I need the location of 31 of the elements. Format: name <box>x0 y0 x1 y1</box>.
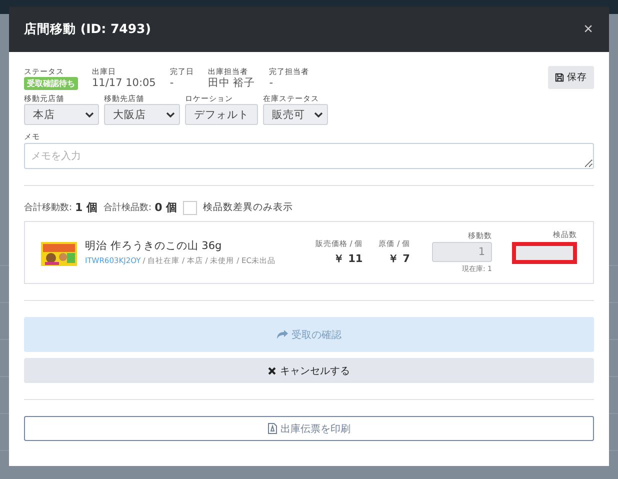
price-value: ￥ 11 <box>333 252 363 266</box>
dropdown-select[interactable]: 大阪店 <box>104 104 180 125</box>
modal-title: 店間移動 (ID: 7493) <box>24 21 151 38</box>
cancel-button[interactable]: キャンセルする <box>24 358 594 383</box>
total-value: 1 個 <box>75 200 98 215</box>
total-label: 合計移動数: <box>24 202 72 214</box>
product-name: 明治 作ろうきのこの山 36g <box>85 239 223 253</box>
checkbox-label: 検品数差異のみ表示 <box>203 201 294 214</box>
total-label: 合計検品数: <box>104 202 152 214</box>
chevron-down-icon <box>314 112 323 118</box>
memo-field[interactable]: メモを入力 <box>24 143 594 169</box>
pdf-file-icon <box>268 423 276 434</box>
total-value: 0 個 <box>154 200 178 215</box>
inspection-field[interactable] <box>512 242 577 264</box>
save-button[interactable]: 保存 <box>548 66 594 89</box>
field-value: 田中 裕子 <box>208 77 256 90</box>
close-button[interactable]: × <box>584 20 593 38</box>
chevron-down-icon <box>85 112 94 118</box>
dropdown-select[interactable]: デフォルト <box>185 104 258 125</box>
share-arrow-icon <box>276 330 288 339</box>
print-button[interactable]: 出庫伝票を印刷 <box>24 416 594 441</box>
dropdown-select[interactable]: 本店 <box>24 104 99 125</box>
field-value: 11/17 10:05 <box>92 77 156 90</box>
dropdown-select[interactable]: 販売可 <box>263 104 328 125</box>
close-icon <box>268 366 276 374</box>
cost-value: ￥ 7 <box>388 252 410 266</box>
chevron-down-icon <box>166 112 175 118</box>
field-value: - <box>269 77 274 90</box>
field-value: - <box>170 77 175 90</box>
checkbox[interactable] <box>183 200 198 214</box>
status-badge: 受取確認待ち <box>24 77 78 90</box>
